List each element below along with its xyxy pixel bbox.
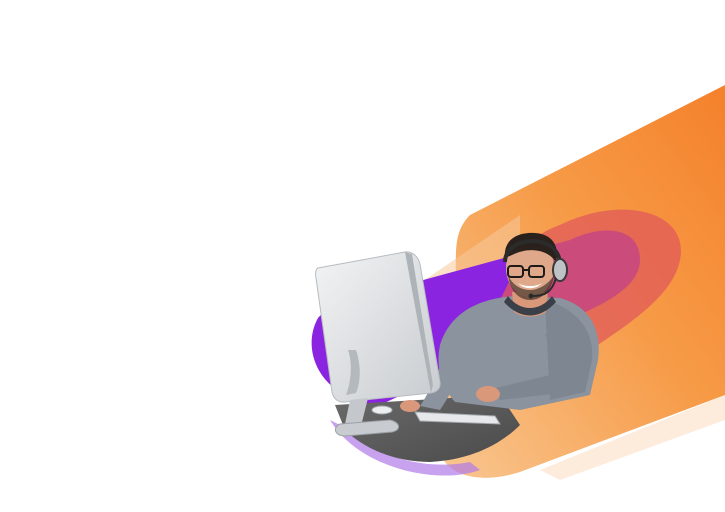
mouse — [371, 405, 393, 415]
person-right-hand — [476, 386, 500, 402]
person-left-hand — [400, 400, 420, 412]
hero-illustration — [311, 85, 725, 480]
hero-banner — [0, 0, 725, 512]
